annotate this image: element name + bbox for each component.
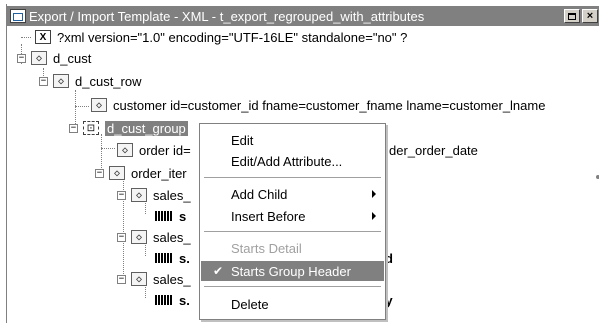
tree-node-label: customer id=customer_id fname=customer_f… <box>113 97 546 113</box>
menu-item-label: Edit/Add Attribute... <box>231 153 343 169</box>
checkmark-icon: ✔ <box>213 264 224 278</box>
restore-icon <box>568 12 576 20</box>
menu-item-label: Starts Detail <box>231 240 302 256</box>
menu-item-starts-detail[interactable]: Starts Detail <box>201 238 384 258</box>
element-icon: ◇ <box>91 98 107 112</box>
template-window: Export / Import Template - XML - t_expor… <box>6 4 599 323</box>
group-icon: ⊡ <box>83 121 99 135</box>
tree-node-label: ?xml version="1.0" encoding="UTF-16LE" s… <box>57 29 408 45</box>
menu-item-insert-before[interactable]: Insert Before <box>201 206 384 226</box>
tree-node-d-cust-group[interactable]: − ⊡ d_cust_group <box>69 118 188 138</box>
tree-node-label: order id= <box>139 142 191 158</box>
element-icon: ◇ <box>53 74 69 88</box>
window-icon <box>10 9 26 23</box>
element-icon: ◇ <box>109 166 125 180</box>
close-button[interactable]: × <box>582 9 598 23</box>
tree-node-label: s <box>179 208 187 224</box>
context-menu: Edit Edit/Add Attribute... Add Child Ins… <box>199 123 386 320</box>
tree-line <box>21 37 31 38</box>
submenu-arrow-icon <box>372 190 376 198</box>
tree-line <box>101 148 115 149</box>
tree-node-label: d_cust_row <box>75 73 142 89</box>
collapse-icon[interactable]: − <box>17 53 26 63</box>
submenu-arrow-icon <box>372 212 376 220</box>
tree-node-sales-1[interactable]: − ◇ sales_ <box>117 185 191 205</box>
element-icon: ◇ <box>131 188 147 202</box>
tree-node-label: d <box>385 250 393 266</box>
tree-node-d-cust[interactable]: − ◇ d_cust <box>17 48 91 68</box>
menu-item-label: Delete <box>231 296 269 312</box>
menu-item-label: Add Child <box>231 186 288 202</box>
menu-item-label: Edit <box>231 132 254 148</box>
tree-node-xml-declaration[interactable]: X ?xml version="1.0" encoding="UTF-16LE"… <box>35 27 407 47</box>
tree-node-order[interactable]: ◇ order id= <box>117 140 191 160</box>
menu-item-label: Insert Before <box>231 208 306 224</box>
tree-node-sales-3-data[interactable]: s. <box>155 290 190 310</box>
menu-item-edit[interactable]: Edit <box>201 130 384 150</box>
menu-separator <box>204 177 381 178</box>
data-column-icon <box>155 253 173 263</box>
tree-node-label: d_cust_group <box>105 120 188 136</box>
window-title: Export / Import Template - XML - t_expor… <box>29 8 425 24</box>
restore-button[interactable] <box>564 9 580 23</box>
tree-node-sales-2-data[interactable]: s. <box>155 248 190 268</box>
element-icon: ◇ <box>31 51 47 65</box>
tree-node-label: der_order_date <box>389 142 478 158</box>
tree-line <box>75 106 89 107</box>
collapse-icon[interactable]: − <box>39 76 48 86</box>
data-column-icon <box>155 295 173 305</box>
collapse-icon[interactable]: − <box>117 274 126 284</box>
menu-item-label: Starts Group Header <box>231 263 351 279</box>
collapse-icon[interactable]: − <box>117 190 126 200</box>
menu-item-edit-add-attribute[interactable]: Edit/Add Attribute... <box>201 151 384 171</box>
data-column-icon <box>155 211 173 221</box>
tree-node-label: d_cust <box>53 50 92 66</box>
element-icon: ◇ <box>131 230 147 244</box>
menu-item-add-child[interactable]: Add Child <box>201 184 384 204</box>
menu-separator <box>204 231 381 232</box>
tree-node-d-cust-row[interactable]: − ◇ d_cust_row <box>39 71 141 91</box>
element-icon: ◇ <box>117 143 133 157</box>
title-bar[interactable]: Export / Import Template - XML - t_expor… <box>7 6 599 26</box>
tree-node-label: s. <box>179 292 190 308</box>
tree-node-order-tail: der_order_date <box>389 140 478 160</box>
menu-item-starts-group-header[interactable]: ✔ Starts Group Header <box>201 261 384 281</box>
collapse-icon[interactable]: − <box>69 123 78 133</box>
menu-separator <box>204 286 381 287</box>
menu-item-delete[interactable]: Delete <box>201 294 384 314</box>
tree-node-label: order_iter <box>131 165 187 181</box>
tree-node-order-items[interactable]: − ◇ order_iter <box>95 163 187 183</box>
collapse-icon[interactable]: − <box>95 168 104 178</box>
element-icon: ◇ <box>131 272 147 286</box>
xml-declaration-icon: X <box>35 30 51 44</box>
collapse-icon[interactable]: − <box>117 232 126 242</box>
tree-node-label: sales_ <box>153 229 191 245</box>
tree-node-label: sales_ <box>153 271 191 287</box>
tree-node-sales-3[interactable]: − ◇ sales_ <box>117 269 191 289</box>
tree-node-label: s. <box>179 250 190 266</box>
tree-node-customer[interactable]: ◇ customer id=customer_id fname=customer… <box>91 95 545 115</box>
tree-node-sales-1-data[interactable]: s <box>155 206 186 226</box>
tree-node-sales-2-data-tail: d <box>385 248 393 268</box>
tree-node-label: sales_ <box>153 187 191 203</box>
tree-node-sales-2[interactable]: − ◇ sales_ <box>117 227 191 247</box>
